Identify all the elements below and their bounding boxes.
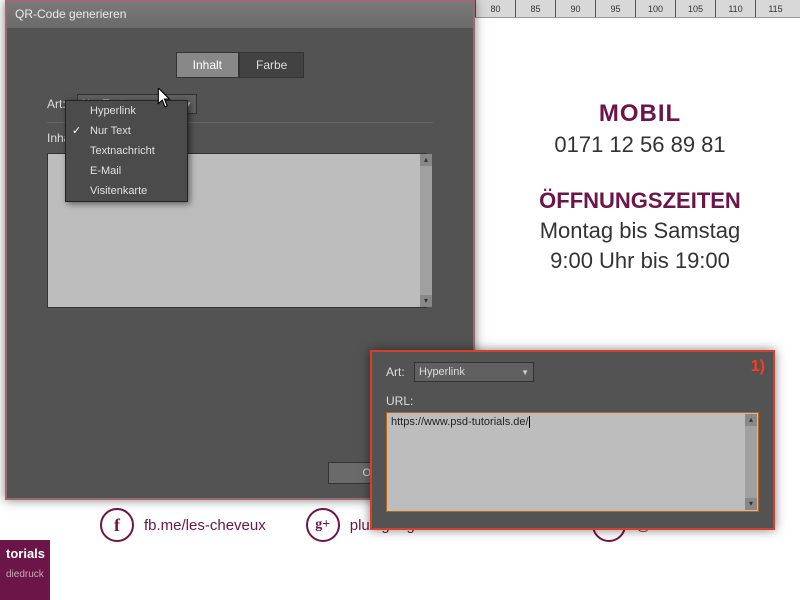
dropdown-item-hyperlink[interactable]: Hyperlink (66, 101, 187, 121)
dropdown-item-textnachricht[interactable]: Textnachricht (66, 141, 187, 161)
opening-hours-time: 9:00 Uhr bis 19:00 (480, 248, 800, 274)
tab-inhalt[interactable]: Inhalt (176, 52, 239, 78)
dropdown-item-visitenkarte[interactable]: Visitenkarte (66, 181, 187, 201)
mobil-number: 0171 12 56 89 81 (480, 132, 800, 158)
facebook-icon: f (100, 508, 134, 542)
social-facebook: f fb.me/les-cheveux (100, 508, 266, 542)
tab-farbe[interactable]: Farbe (239, 52, 304, 78)
opening-hours-days: Montag bis Samstag (480, 218, 800, 244)
dropdown-item-email[interactable]: E-Mail (66, 161, 187, 181)
text-cursor-icon (529, 416, 530, 428)
chevron-down-icon: ▼ (521, 368, 529, 377)
art-dropdown-2-value: Hyperlink (419, 366, 465, 378)
qr-hyperlink-panel: 1) Art: Hyperlink ▼ URL: https://www.psd… (370, 350, 775, 530)
dropdown-item-nur-text[interactable]: ✓Nur Text (66, 121, 187, 141)
facebook-url: fb.me/les-cheveux (144, 517, 266, 534)
scroll-up-icon[interactable]: ▴ (745, 414, 757, 426)
art-label-2: Art: (386, 365, 414, 379)
url-label: URL: (386, 394, 759, 408)
textarea-scrollbar[interactable]: ▴ ▾ (420, 154, 432, 307)
check-icon: ✓ (72, 124, 81, 137)
art-dropdown-menu: Hyperlink ✓Nur Text Textnachricht E-Mail… (65, 100, 188, 202)
opening-hours-heading: ÖFFNUNGSZEITEN (480, 188, 800, 214)
url-textarea[interactable]: https://www.psd-tutorials.de/ (387, 413, 758, 511)
art-dropdown-2[interactable]: Hyperlink ▼ (414, 362, 534, 382)
watermark-badge: torials diedruck (0, 540, 50, 600)
dialog-tabs: Inhalt Farbe (7, 52, 473, 78)
mobil-heading: MOBIL (480, 100, 800, 128)
annotation-badge: 1) (751, 358, 765, 376)
scroll-up-icon[interactable]: ▴ (420, 154, 432, 166)
url-scrollbar[interactable]: ▴ ▾ (745, 414, 757, 510)
scroll-down-icon[interactable]: ▾ (745, 498, 757, 510)
dialog-titlebar[interactable]: QR-Code generieren (7, 2, 473, 28)
googleplus-icon: g+ (306, 508, 340, 542)
dialog-title: QR-Code generieren (15, 7, 126, 21)
scroll-down-icon[interactable]: ▾ (420, 295, 432, 307)
